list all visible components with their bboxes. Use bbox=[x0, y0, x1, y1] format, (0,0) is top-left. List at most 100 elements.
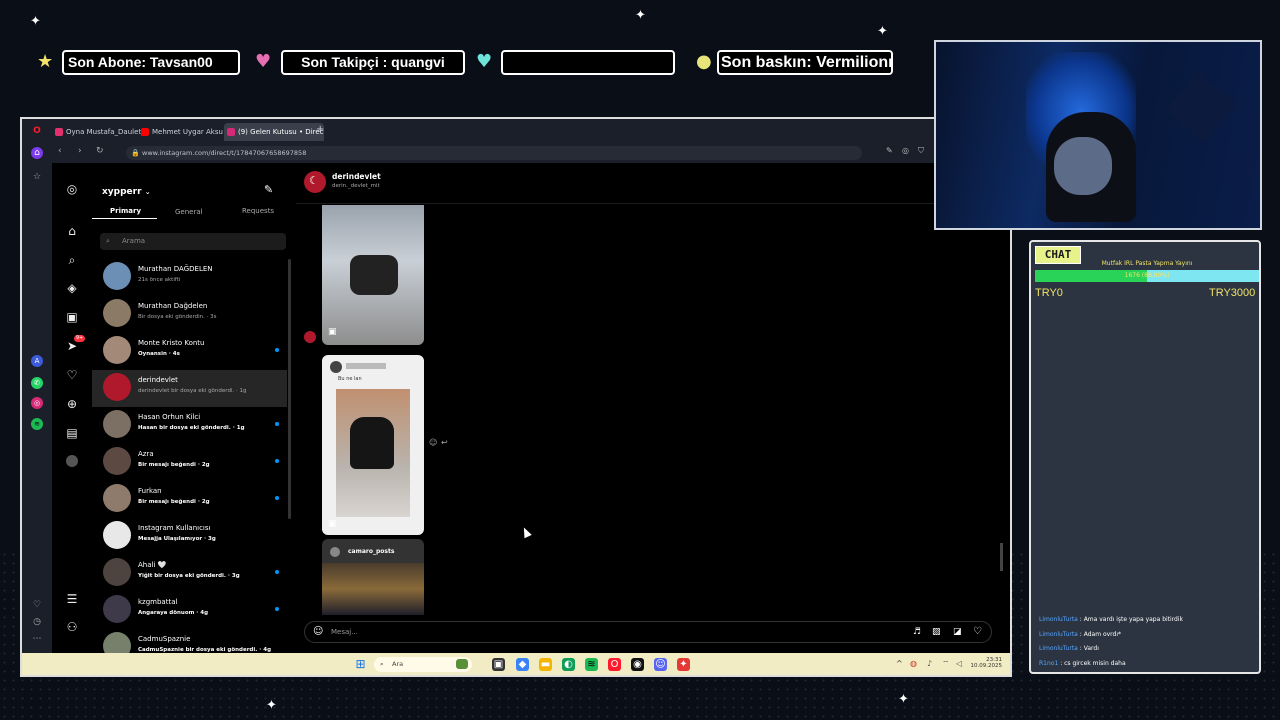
clock[interactable]: 23:31 10.09.2025 bbox=[970, 657, 1003, 669]
last-sub-text: Son Abone: Tavsan00 bbox=[68, 54, 213, 70]
shared-post-1[interactable]: Bu ne lan ▣ bbox=[322, 355, 424, 535]
conversation-item[interactable]: kzgmbattal Angaraya dönuom · 4g bbox=[92, 592, 287, 629]
tray-app-icon[interactable]: ◍ bbox=[910, 659, 917, 668]
chevron-down-icon: ⌄ bbox=[144, 188, 151, 196]
conversation-item[interactable]: derindevlet derindevlet bir dosya eki gön… bbox=[92, 370, 287, 407]
conversation-name: Murathan DAĞDELEN bbox=[138, 265, 213, 273]
avatar bbox=[103, 484, 131, 512]
notifications-heart-icon[interactable]: ♡ bbox=[64, 367, 80, 383]
unread-dot bbox=[275, 348, 279, 352]
tab-primary[interactable]: Primary bbox=[110, 207, 141, 215]
taskbar-search[interactable]: ⌕ Ara bbox=[374, 657, 472, 672]
copilot-icon[interactable]: ◆ bbox=[516, 658, 529, 671]
task-view-icon[interactable]: ▣ bbox=[492, 658, 505, 671]
profile-avatar[interactable] bbox=[66, 455, 78, 467]
file-explorer-icon[interactable]: ▬ bbox=[539, 658, 552, 671]
search-input[interactable]: ⌕ Arama bbox=[100, 233, 286, 250]
chat-scrollbar[interactable] bbox=[1000, 543, 1003, 571]
widget-icon bbox=[456, 659, 468, 669]
volume-icon[interactable]: ◁ bbox=[956, 659, 962, 668]
shared-post-2[interactable]: camaro_posts bbox=[322, 539, 424, 615]
opera-icon[interactable]: O bbox=[608, 658, 621, 671]
aria-icon[interactable]: A bbox=[31, 355, 43, 367]
reload-icon[interactable]: ↻ bbox=[96, 146, 104, 156]
sticker-icon[interactable]: ◪ bbox=[953, 622, 962, 642]
edge-icon[interactable]: ◐ bbox=[562, 658, 575, 671]
home-icon[interactable]: ⌂ bbox=[64, 223, 80, 239]
reel-icon: ▣ bbox=[328, 519, 337, 529]
search-icon[interactable]: ⌕ bbox=[64, 252, 80, 268]
instagram-icon bbox=[227, 128, 235, 136]
conversation-item[interactable]: Azra Bir mesajı beğendi · 2g bbox=[92, 444, 287, 481]
emoji-icon[interactable]: ☺ bbox=[313, 622, 323, 642]
spotify-icon[interactable]: ≋ bbox=[31, 418, 43, 430]
windows-start-icon[interactable]: ⊞ bbox=[354, 658, 367, 671]
active-tab-underline bbox=[92, 218, 157, 219]
conversation-item[interactable]: CadmuSpaznie CadmuSpaznie bir dosya eki g… bbox=[92, 629, 287, 653]
obs-icon[interactable]: ◉ bbox=[631, 658, 644, 671]
whatsapp-icon[interactable]: ✆ bbox=[31, 377, 43, 389]
conversation-item[interactable]: Murathan DAĞDELEN 21s önce aktifti bbox=[92, 259, 287, 296]
conversation-name: CadmuSpaznie bbox=[138, 635, 191, 643]
tray-chevron-icon[interactable]: ^ bbox=[896, 659, 903, 668]
tab-bar: O Oyna Mustafa_Daulet_09 Mehmet Uygar Ak… bbox=[22, 119, 1010, 143]
conversation-item[interactable]: Furkan Bir mesajı beğendi · 2g bbox=[92, 481, 287, 518]
heart-outline-icon[interactable]: ♡ bbox=[31, 599, 43, 611]
conversation-preview: Oynansin · 4s bbox=[138, 351, 180, 357]
wifi-icon[interactable]: ⌔ bbox=[942, 659, 950, 669]
microphone-icon[interactable]: ♬ bbox=[913, 622, 921, 642]
create-icon[interactable]: ⊕ bbox=[64, 396, 80, 412]
tray-mic-icon[interactable]: ♪ bbox=[927, 659, 932, 668]
url-field[interactable]: 🔒 www.instagram.com/direct/t/17847067658… bbox=[126, 146, 862, 160]
spotify-icon[interactable]: ≋ bbox=[585, 658, 598, 671]
react-icon[interactable]: ☺ bbox=[429, 438, 437, 447]
tab-requests[interactable]: Requests bbox=[242, 207, 274, 215]
chat-avatar[interactable]: ☾ bbox=[304, 171, 326, 193]
tab-general[interactable]: General bbox=[175, 208, 203, 216]
edit-icon[interactable]: ✎ bbox=[886, 146, 893, 155]
conversation-item[interactable]: Ahali 🤍 Yiğit bir dosya eki gönderdi. · 3… bbox=[92, 555, 287, 592]
shared-media-1[interactable]: ▣ bbox=[322, 205, 424, 345]
star-icon[interactable]: ☆ bbox=[31, 171, 43, 183]
camera-icon[interactable]: ◎ bbox=[902, 146, 909, 155]
conversation-item[interactable]: Instagram Kullanıcısı Mesajja Ulaşılamıyo… bbox=[92, 518, 287, 555]
post-avatar bbox=[330, 547, 340, 557]
conversation-item[interactable]: Hasan Orhun Kilci Hasan bir dosya eki gön… bbox=[92, 407, 287, 444]
search-icon: ⌕ bbox=[380, 660, 384, 668]
message-composer[interactable]: ☺ Mesaj... ♬ ▨ ◪ ♡ bbox=[304, 621, 992, 643]
instagram-logo-icon[interactable]: ◎ bbox=[64, 181, 80, 197]
threads-icon[interactable]: ⚇ bbox=[64, 619, 80, 635]
more-icon[interactable]: ⋯ bbox=[31, 633, 43, 645]
forward-icon[interactable]: › bbox=[78, 146, 82, 156]
list-scrollbar[interactable] bbox=[288, 259, 291, 519]
back-icon[interactable]: ‹ bbox=[58, 146, 62, 156]
tab-2[interactable]: Mehmet Uygar Aksu - Aile bbox=[138, 123, 234, 141]
unread-dot bbox=[275, 607, 279, 611]
opera-logo-icon[interactable]: O bbox=[31, 125, 43, 137]
instagram-nav-rail: ◎ ⌂ ⌕ ◈ ▣ ➤ 9+ ♡ ⊕ ▤ ☰ ⚇ bbox=[52, 163, 93, 653]
heart-icon[interactable]: ♡ bbox=[973, 622, 982, 642]
tab-1[interactable]: Oyna Mustafa_Daulet_09 bbox=[52, 123, 148, 141]
avatar bbox=[103, 521, 131, 549]
composer-placeholder: Mesaj... bbox=[331, 628, 358, 636]
conversation-preview: Bir mesajı beğendi · 2g bbox=[138, 499, 210, 505]
explore-icon[interactable]: ◈ bbox=[64, 280, 80, 296]
reels-icon[interactable]: ▣ bbox=[64, 309, 80, 325]
discord-icon[interactable]: ☺ bbox=[654, 658, 667, 671]
history-icon[interactable]: ◷ bbox=[31, 616, 43, 628]
app-icon[interactable]: ✦ bbox=[677, 658, 690, 671]
conversation-item[interactable]: Monte Kristo Kontu Oynansin · 4s bbox=[92, 333, 287, 370]
image-icon[interactable]: ▨ bbox=[932, 622, 941, 642]
tab-3-active[interactable]: (9) Gelen Kutusu • Direct bbox=[224, 123, 324, 141]
new-message-icon[interactable]: ✎ bbox=[264, 183, 273, 196]
conversation-item[interactable]: Murathan Dağdelen Bir dosya eki gönderdin… bbox=[92, 296, 287, 333]
shield-icon[interactable]: ⛉ bbox=[918, 146, 924, 156]
dashboard-icon[interactable]: ▤ bbox=[64, 425, 80, 441]
reply-icon[interactable]: ↩ bbox=[441, 438, 448, 447]
username-dropdown[interactable]: xypperr ⌄ bbox=[102, 187, 151, 197]
instagram-icon[interactable]: ◎ bbox=[31, 397, 43, 409]
chat-name[interactable]: derindevlet bbox=[332, 172, 381, 181]
menu-icon[interactable]: ☰ bbox=[64, 591, 80, 607]
new-tab-button[interactable]: + bbox=[316, 124, 324, 135]
home-icon[interactable]: ⌂ bbox=[31, 147, 43, 159]
